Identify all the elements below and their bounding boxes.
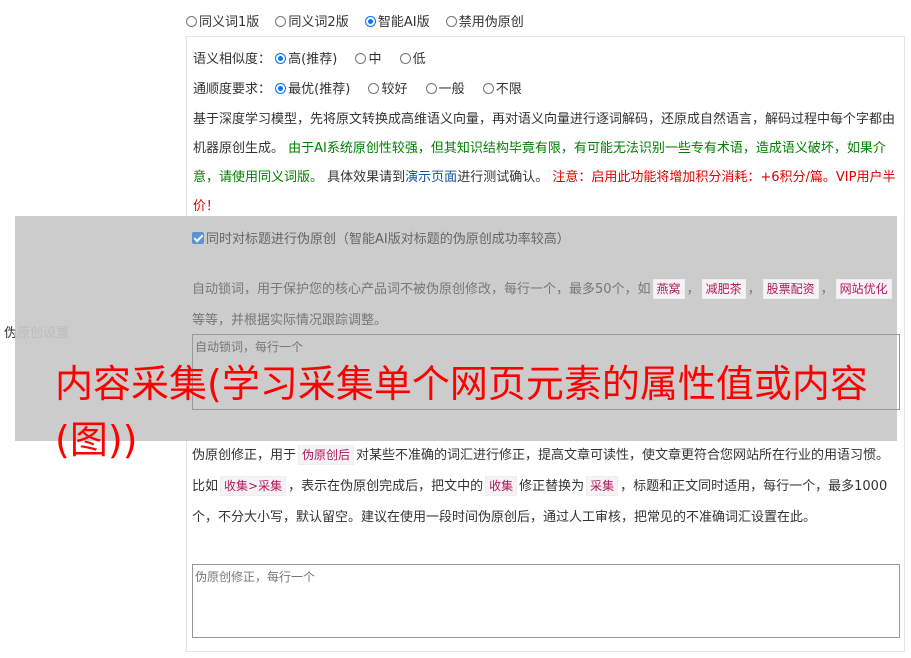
version-options: 同义词1版 同义词2版 智能AI版 禁用伪原创 [186, 11, 536, 30]
radio-checked-icon[interactable] [275, 83, 287, 94]
overlay-title: 内容采集(学习采集单个网页元素的属性值或内容(图)) [55, 362, 868, 462]
radio-icon[interactable] [399, 53, 411, 64]
tag-example: 燕窝 [652, 279, 685, 299]
version-option-synonym1[interactable]: 同义词1版 [186, 11, 259, 30]
radio-icon[interactable] [368, 83, 380, 94]
fluency-good[interactable]: 较好 [368, 78, 407, 97]
fluency-any[interactable]: 不限 [482, 78, 522, 97]
version-option-synonym2[interactable]: 同义词2版 [275, 11, 349, 30]
radio-icon[interactable] [425, 83, 437, 94]
radio-checked-icon[interactable] [364, 16, 376, 27]
fluency-label: 通顺度要求： [193, 82, 272, 97]
tag-example: 收集>采集 [220, 476, 287, 496]
version-option-disable[interactable]: 禁用伪原创 [445, 11, 524, 30]
demo-page-link[interactable]: 演示页面 [405, 170, 457, 185]
lock-description: 自动锁词，用于保护您的核心产品词不被伪原创修改，每行一个，最多50个，如 燕窝，减… [192, 274, 898, 336]
version-option-ai[interactable]: 智能AI版 [364, 11, 430, 30]
tag-example: 网站优化 [835, 279, 892, 299]
fluency-row: 通顺度要求： 最优(推荐) 较好 一般 不限 [193, 78, 536, 97]
similarity-row: 语义相似度： 高(推荐) 中 低 [193, 48, 440, 67]
radio-icon[interactable] [445, 16, 457, 27]
title-option[interactable]: 同时对标题进行伪原创（智能AI版对标题的伪原创成功率较高） [192, 228, 570, 247]
radio-icon[interactable] [482, 83, 494, 94]
checkbox-checked-icon[interactable] [192, 232, 204, 244]
correction-textarea[interactable]: 伪原创修正，每行一个 [192, 564, 900, 638]
similarity-mid[interactable]: 中 [355, 48, 381, 67]
similarity-high[interactable]: 高(推荐) [275, 48, 337, 67]
tag-example: 股票配资 [762, 279, 819, 299]
tag-example: 采集 [586, 476, 619, 496]
ai-description: 基于深度学习模型，先将原文转换成高维语义向量，再对语义向量进行逐词解码，还原成自… [193, 112, 896, 214]
tag-example: 收集 [485, 476, 518, 496]
similarity-low[interactable]: 低 [399, 48, 426, 67]
fluency-normal[interactable]: 一般 [425, 78, 465, 97]
similarity-label: 语义相似度： [193, 52, 272, 67]
radio-icon[interactable] [186, 16, 197, 27]
radio-checked-icon[interactable] [275, 53, 287, 64]
fluency-best[interactable]: 最优(推荐) [275, 78, 350, 97]
radio-icon[interactable] [275, 16, 287, 27]
radio-icon[interactable] [355, 53, 367, 64]
tag-example: 减肥茶 [701, 279, 746, 299]
